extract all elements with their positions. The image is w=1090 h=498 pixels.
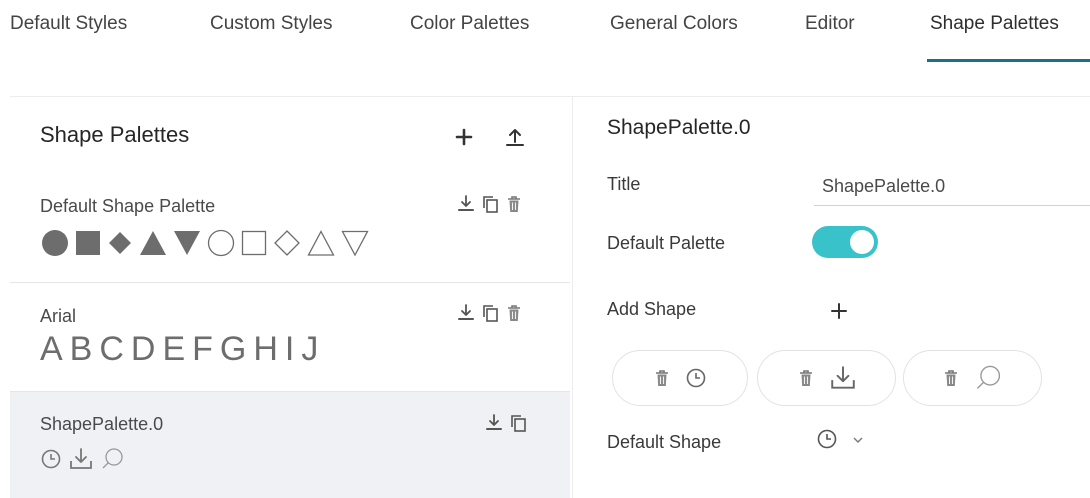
chevron-down-icon [852,433,864,451]
panel-title: Shape Palettes [40,122,190,147]
shape-chip-clock [612,350,748,406]
search-icon [102,448,123,469]
shape-chip-search [903,350,1042,406]
copy-icon[interactable] [508,412,528,434]
trash-icon[interactable] [942,368,960,388]
title-label: Title [607,174,641,194]
filled-square-icon [76,231,100,255]
tab-editor[interactable]: Editor [805,13,855,35]
tab-color-palettes[interactable]: Color Palettes [410,13,529,35]
copy-icon[interactable] [480,302,500,324]
tab-bar: Default Styles Custom Styles Color Palet… [0,0,1090,64]
default-palette-toggle[interactable] [812,226,878,258]
search-icon [974,363,1004,393]
filled-diamond-icon [109,232,131,254]
add-shape-label: Add Shape [607,299,697,319]
download-icon[interactable] [456,302,476,324]
shape-chip-download [757,350,896,406]
active-tab-indicator [927,59,1090,62]
download-tray-icon [829,364,857,392]
palette-shapes [40,228,370,258]
outline-diamond-icon [274,230,300,256]
outline-triangle-down-icon [341,230,369,257]
tab-custom-styles[interactable]: Custom Styles [210,13,332,35]
palette-name: Default Shape Palette [40,196,216,216]
outline-triangle-up-icon [307,230,335,256]
trash-icon[interactable] [504,193,524,215]
palette-shapes [40,446,126,472]
default-shape-label: Default Shape [607,432,722,452]
upload-icon[interactable] [502,124,528,150]
download-tray-icon [70,448,92,469]
download-icon[interactable] [456,193,476,215]
palette-letters: ABCDEFGHIJ [40,330,326,368]
title-input[interactable] [814,168,1090,206]
tab-general-colors[interactable]: General Colors [610,13,738,35]
download-icon[interactable] [484,412,504,434]
editor-title: ShapePalette.0 [607,116,751,139]
trash-icon[interactable] [504,302,524,324]
panel-vertical-divider [572,96,573,498]
plus-icon[interactable] [451,124,477,150]
plus-icon [831,303,847,319]
trash-icon[interactable] [653,368,671,388]
palette-name: Arial [40,306,77,326]
clock-icon [685,367,707,389]
copy-icon[interactable] [480,193,500,215]
tab-default-styles[interactable]: Default Styles [10,13,127,35]
tab-shape-palettes[interactable]: Shape Palettes [930,13,1059,35]
trash-icon[interactable] [797,368,815,388]
clock-icon [41,449,61,469]
filled-triangle-down-icon [174,231,200,255]
add-shape-button[interactable] [826,298,852,324]
palette-item-shapepalette-0[interactable] [10,392,570,498]
palette-name: ShapePalette.0 [40,414,164,434]
outline-circle-icon [207,229,235,257]
default-shape-dropdown[interactable] [816,428,864,455]
default-palette-label: Default Palette [607,233,726,253]
clock-icon [816,428,838,455]
panel-top-divider [10,96,1090,97]
filled-circle-icon [42,230,68,256]
outline-square-icon [241,230,267,256]
filled-triangle-up-icon [140,231,166,255]
